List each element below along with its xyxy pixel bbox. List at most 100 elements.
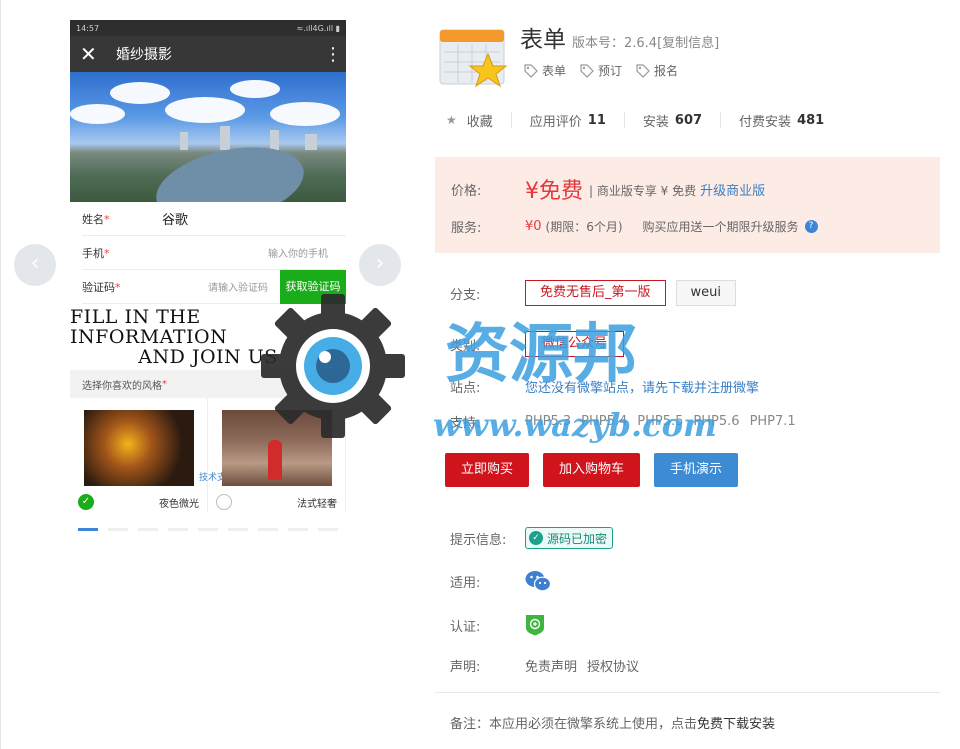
tag-icon xyxy=(580,63,594,78)
gallery-item-label: 夜色微光 xyxy=(159,499,199,510)
more-icon[interactable]: ⋮ xyxy=(324,44,342,65)
carousel-dot[interactable] xyxy=(168,528,188,531)
add-to-cart-button[interactable]: 加入购物车 xyxy=(543,453,641,487)
status-time: 14:57 xyxy=(76,23,100,33)
code-input[interactable]: 请输入验证码 xyxy=(162,279,280,294)
star-icon: ★ xyxy=(446,113,457,127)
upgrade-link[interactable]: 升级商业版 xyxy=(700,184,765,199)
price-label: 价格: xyxy=(451,183,482,199)
phone-nav-bar: ✕ 婚纱摄影 ⋮ xyxy=(70,36,346,72)
php-version: PHP5.3 xyxy=(525,414,572,429)
service-label: 服务: xyxy=(451,221,482,236)
help-icon[interactable]: ? xyxy=(804,220,818,233)
carousel-dot[interactable] xyxy=(318,528,338,531)
install-stat: 安装 607 xyxy=(643,112,722,130)
php-version: PHP5.4 xyxy=(581,414,628,429)
note-text: 备注：本应用必须在微擎系统上使用，点击免费下载安装 xyxy=(450,717,776,732)
carousel-dot[interactable] xyxy=(108,528,128,531)
site-label: 站点: xyxy=(450,381,481,396)
unchecked-icon[interactable] xyxy=(216,494,232,510)
phone-input[interactable]: 输入你的手机 xyxy=(162,245,346,260)
category-row: 类别: 微信公众号 xyxy=(450,331,634,357)
encrypted-badge: ✓ 源码已加密 xyxy=(525,527,614,549)
phone-label: 手机 xyxy=(82,246,104,260)
version-info[interactable]: 版本号：2.6.4[复制信息] xyxy=(572,32,719,51)
check-icon: ✓ xyxy=(529,531,543,545)
carousel-dot[interactable] xyxy=(198,528,218,531)
phone-preview: 14:57 ≈.ıll4G.ıll ▮ ✕ 婚纱摄影 ⋮ 姓名* 谷歌 手机* … xyxy=(70,20,346,512)
mobile-demo-button[interactable]: 手机演示 xyxy=(654,453,739,487)
style-heading: 选择你喜欢的风格 * xyxy=(70,370,346,398)
license-link[interactable]: 授权协议 xyxy=(587,656,639,675)
disclaimer-link[interactable]: 免责声明 xyxy=(525,656,577,675)
support-row: 支持: PHP5.3 PHP5.4 PHP5.5 PHP5.6 PHP7.1 xyxy=(450,412,806,431)
apply-label: 适用: xyxy=(450,575,481,591)
price-note: | 商业版专享 ¥ 免费 xyxy=(589,183,697,198)
price-box: 价格: ¥免费 | 商业版专享 ¥ 免费 升级商业版 服务: ¥0 (期限：6个月… xyxy=(435,157,940,253)
tag-item[interactable]: 报名 xyxy=(636,62,678,79)
footer-divider xyxy=(435,692,940,693)
php-version: PHP5.5 xyxy=(637,414,684,429)
join-banner: FILL IN THE INFORMATION AND JOIN US xyxy=(70,304,346,370)
style-photo-night xyxy=(84,410,194,486)
action-buttons: 立即购买 加入购物车 手机演示 xyxy=(445,453,752,487)
service-price: ¥0 xyxy=(525,219,542,234)
site-register-link[interactable]: 您还没有微擎站点，请先下载并注册微擎 xyxy=(525,377,759,396)
service-period: (期限：6个月) xyxy=(545,220,623,234)
rating-stat[interactable]: 应用评价 11 xyxy=(530,112,625,130)
form-row-name: 姓名* 谷歌 xyxy=(82,202,346,236)
gallery-item[interactable]: 法式轻奢 xyxy=(208,398,346,512)
tag-icon xyxy=(524,63,538,78)
hint-label: 提示信息: xyxy=(450,532,507,548)
form-app-icon xyxy=(439,29,508,88)
tag-item[interactable]: 表单 xyxy=(524,62,566,79)
close-icon[interactable]: ✕ xyxy=(80,42,106,66)
wechat-icon xyxy=(525,571,551,592)
apply-row: 适用: xyxy=(450,570,551,592)
signup-form: 姓名* 谷歌 手机* 输入你的手机 验证码* 请输入验证码 获取验证码 xyxy=(70,202,346,304)
favorite-button[interactable]: ★ 收藏 xyxy=(446,112,512,130)
left-border xyxy=(0,0,1,749)
app-title: 表单 xyxy=(520,27,566,53)
name-input[interactable]: 谷歌 xyxy=(162,209,346,228)
tag-icon xyxy=(636,63,650,78)
carousel-next-button[interactable]: › xyxy=(359,244,401,286)
carousel-dot[interactable] xyxy=(228,528,248,531)
buy-now-button[interactable]: 立即购买 xyxy=(445,453,530,487)
tag-item[interactable]: 预订 xyxy=(580,62,622,79)
hint-row: 提示信息: ✓ 源码已加密 xyxy=(450,527,614,549)
app-title-line: 表单 版本号：2.6.4[复制信息] xyxy=(520,20,719,54)
category-label: 类别: xyxy=(450,338,481,354)
declare-row: 声明: 免责声明 授权协议 xyxy=(450,656,639,675)
city-photo xyxy=(70,72,346,202)
carousel-dot[interactable] xyxy=(258,528,278,531)
phone-status-bar: 14:57 ≈.ıll4G.ıll ▮ xyxy=(70,20,346,36)
shield-icon xyxy=(526,615,544,636)
carousel-dots xyxy=(78,528,348,531)
gallery-item-label: 法式轻奢 xyxy=(297,499,337,510)
app-stats: ★ 收藏 应用评价 11 安装 607 付费安装 481 xyxy=(446,112,860,130)
carousel-dot[interactable] xyxy=(138,528,158,531)
branch-label: 分支: xyxy=(450,287,481,303)
branch-option-free[interactable]: 免费无售后_第一版 xyxy=(525,280,666,306)
service-note: 购买应用送一个期限升级服务 xyxy=(642,220,799,234)
cert-row: 认证: xyxy=(450,614,545,636)
category-option-wechat[interactable]: 微信公众号 xyxy=(525,331,625,357)
branch-row: 分支: 免费无售后_第一版 weui xyxy=(450,280,746,306)
checked-icon[interactable]: ✓ xyxy=(78,494,94,510)
branch-option-weui[interactable]: weui xyxy=(675,280,736,306)
carousel-prev-button[interactable]: ‹ xyxy=(14,244,56,286)
get-code-button[interactable]: 获取验证码 xyxy=(280,269,346,304)
support-label: 支持: xyxy=(450,416,481,431)
declare-label: 声明: xyxy=(450,660,481,675)
paid-install-stat: 付费安装 481 xyxy=(739,112,825,130)
gallery-item[interactable]: ✓ 夜色微光 技术支持 xyxy=(70,398,235,512)
banner-line1: FILL IN THE INFORMATION xyxy=(70,306,228,348)
phone-page-title: 婚纱摄影 xyxy=(116,47,172,63)
form-row-phone: 手机* 输入你的手机 xyxy=(82,236,346,270)
download-link[interactable]: 免费下载安装 xyxy=(697,717,775,732)
carousel-dot[interactable] xyxy=(78,528,98,531)
carousel-dot[interactable] xyxy=(288,528,308,531)
service-row: 服务: ¥0 (期限：6个月) 购买应用送一个期限升级服务 ? xyxy=(451,217,818,236)
app-tags: 表单 预订 报名 xyxy=(524,62,692,79)
